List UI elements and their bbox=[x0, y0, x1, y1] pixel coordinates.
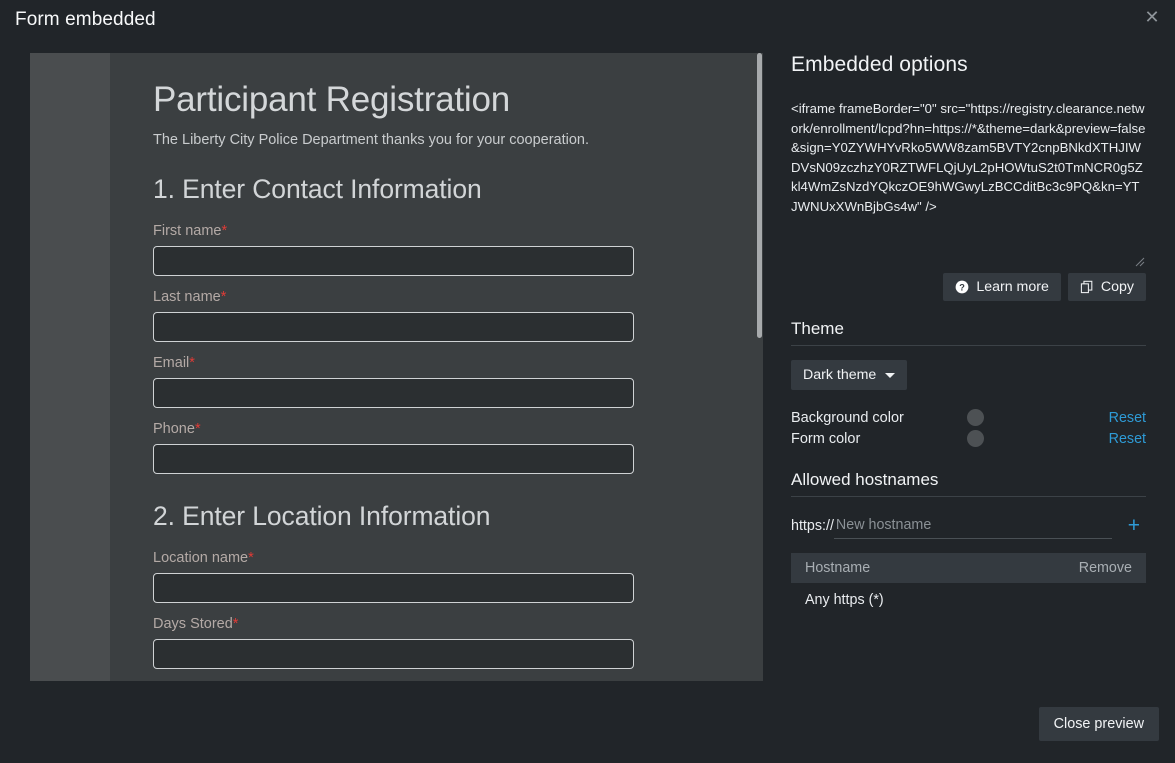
embed-code-actions: ? Learn more Copy bbox=[791, 273, 1146, 302]
modal-title: Form embedded bbox=[15, 9, 156, 30]
background-color-label: Background color bbox=[791, 409, 904, 426]
chevron-down-icon bbox=[885, 372, 896, 378]
copy-button[interactable]: Copy bbox=[1067, 273, 1146, 302]
days-stored-input[interactable] bbox=[153, 639, 634, 670]
phone-input[interactable] bbox=[153, 444, 634, 475]
label-text: Location name bbox=[153, 550, 249, 567]
allowed-hostnames-table: Hostname Remove Any https (*) bbox=[791, 553, 1146, 617]
form-preview-pane: Participant Registration The Liberty Cit… bbox=[30, 53, 763, 681]
field-label-days-stored: Days Stored* bbox=[153, 616, 634, 632]
label-text: Days Stored bbox=[153, 616, 233, 633]
preview-scrollbar-thumb[interactable] bbox=[757, 53, 762, 338]
copy-label: Copy bbox=[1100, 279, 1134, 295]
https-prefix-label: https:// bbox=[791, 518, 834, 535]
required-marker: * bbox=[232, 616, 239, 633]
required-marker: * bbox=[221, 223, 228, 240]
svg-text:?: ? bbox=[960, 283, 966, 293]
page-title: Participant Registration bbox=[153, 80, 511, 119]
required-marker: * bbox=[220, 289, 227, 306]
table-body: Any https (*) bbox=[791, 583, 1146, 617]
required-marker: * bbox=[194, 421, 201, 438]
new-hostname-row: https:// + bbox=[791, 514, 1146, 540]
field-email: Email* bbox=[153, 355, 634, 409]
allowed-hostnames-heading: Allowed hostnames bbox=[791, 470, 1146, 498]
column-header-remove: Remove bbox=[992, 553, 1146, 584]
field-last-name: Last name* bbox=[153, 289, 634, 343]
form-embedded-modal: Form embedded ✕ Participant Registration… bbox=[0, 0, 1175, 763]
embedded-options-pane: Embedded options <iframe frameBorder="0"… bbox=[791, 53, 1146, 617]
field-first-name: First name* bbox=[153, 223, 634, 277]
table-head: Hostname Remove bbox=[791, 553, 1146, 584]
email-input[interactable] bbox=[153, 378, 634, 409]
cell-hostname: Any https (*) bbox=[805, 592, 884, 609]
field-label-first-name: First name* bbox=[153, 223, 634, 239]
label-text: Email bbox=[153, 355, 190, 372]
column-header-hostname: Hostname bbox=[791, 553, 993, 584]
close-preview-button[interactable]: Close preview bbox=[1038, 707, 1159, 741]
required-marker: * bbox=[189, 355, 195, 372]
field-label-email: Email* bbox=[153, 355, 634, 371]
new-hostname-input[interactable] bbox=[833, 515, 1112, 540]
field-phone: Phone* bbox=[153, 421, 634, 475]
field-label-phone: Phone* bbox=[153, 421, 634, 437]
theme-selected-label: Dark theme bbox=[803, 367, 877, 384]
embedded-options-title: Embedded options bbox=[791, 53, 968, 76]
modal-header: Form embedded ✕ bbox=[0, 0, 1175, 52]
cell-remove[interactable] bbox=[993, 583, 1147, 617]
form-color-label: Form color bbox=[791, 430, 861, 447]
background-color-swatch[interactable] bbox=[967, 409, 984, 427]
form-color-reset-link[interactable]: Reset bbox=[1109, 431, 1146, 447]
first-name-input[interactable] bbox=[153, 246, 634, 277]
label-text: Phone bbox=[153, 421, 195, 438]
learn-more-button[interactable]: ? Learn more bbox=[943, 273, 1061, 302]
form-color-swatch[interactable] bbox=[967, 430, 984, 448]
copy-icon bbox=[1080, 280, 1093, 294]
table-row: Any https (*) bbox=[791, 583, 1146, 617]
table-header-row: Hostname Remove bbox=[791, 553, 1146, 584]
field-location-name: Location name* bbox=[153, 550, 634, 604]
learn-more-label: Learn more bbox=[976, 279, 1049, 295]
theme-select-dropdown[interactable]: Dark theme bbox=[791, 360, 908, 391]
background-color-reset-link[interactable]: Reset bbox=[1109, 410, 1146, 426]
close-icon[interactable]: ✕ bbox=[1140, 5, 1164, 29]
field-label-last-name: Last name* bbox=[153, 289, 634, 305]
help-circle-icon: ? bbox=[955, 280, 969, 294]
label-text: First name bbox=[153, 223, 222, 240]
form-color-row: Form color Reset bbox=[791, 428, 1146, 449]
form-subtitle: The Liberty City Police Department thank… bbox=[153, 132, 590, 149]
field-days-stored: Days Stored* bbox=[153, 616, 634, 670]
form-preview-frame: Participant Registration The Liberty Cit… bbox=[110, 53, 763, 681]
last-name-input[interactable] bbox=[153, 312, 634, 343]
background-color-row: Background color Reset bbox=[791, 407, 1146, 428]
theme-color-rows: Background color Reset Form color Reset bbox=[791, 407, 1146, 449]
required-marker: * bbox=[248, 550, 254, 567]
modal-footer: Close preview bbox=[0, 693, 1175, 763]
field-label-location-name: Location name* bbox=[153, 550, 634, 566]
preview-scrollbar[interactable] bbox=[757, 53, 762, 681]
section-heading-1: 1. Enter Contact Information bbox=[153, 174, 482, 205]
plus-icon[interactable]: + bbox=[1122, 514, 1146, 539]
section-heading-2: 2. Enter Location Information bbox=[153, 501, 491, 532]
location-name-input[interactable] bbox=[153, 573, 634, 604]
theme-section-heading: Theme bbox=[791, 319, 1146, 347]
label-text: Last name bbox=[153, 289, 221, 306]
embed-code-textarea[interactable]: <iframe frameBorder="0" src="https://reg… bbox=[791, 99, 1146, 259]
embedded-form: Participant Registration The Liberty Cit… bbox=[153, 79, 634, 681]
